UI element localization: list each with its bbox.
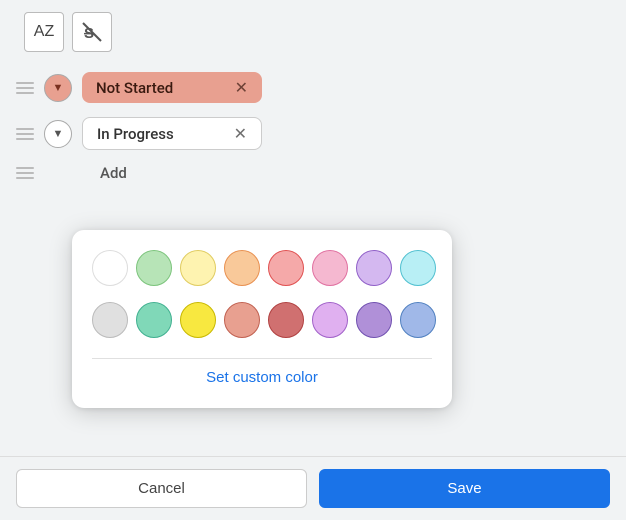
color-circle-yellow[interactable] [180, 302, 216, 338]
tag-label-1: Not Started [96, 79, 173, 97]
strikethrough-button[interactable]: S [72, 12, 112, 52]
save-button[interactable]: Save [319, 469, 610, 508]
dropdown-btn-2[interactable]: ▼ [44, 120, 72, 148]
color-circle-light-red[interactable] [268, 250, 304, 286]
color-circle-lavender[interactable] [312, 302, 348, 338]
drag-handle-2[interactable] [16, 128, 34, 140]
in-progress-row: ▼ In Progress ✕ [16, 117, 610, 150]
color-circle-mint[interactable] [136, 302, 172, 338]
chevron-down-icon-2: ▼ [53, 127, 64, 140]
color-circle-light-orange[interactable] [224, 250, 260, 286]
color-grid-2 [92, 302, 432, 338]
color-grid [92, 250, 432, 286]
drag-handle-3[interactable] [16, 167, 34, 179]
strikethrough-icon: S [81, 21, 103, 43]
not-started-tag[interactable]: Not Started ✕ [82, 72, 262, 103]
custom-color-button[interactable]: Set custom color [92, 358, 432, 396]
color-circle-light-yellow[interactable] [180, 250, 216, 286]
color-circle-light-cyan[interactable] [400, 250, 436, 286]
color-circle-light-purple[interactable] [356, 250, 392, 286]
color-circle-white[interactable] [92, 250, 128, 286]
tag-close-2[interactable]: ✕ [234, 124, 247, 143]
color-circle-medium-purple[interactable] [356, 302, 392, 338]
color-circle-medium-blue[interactable] [400, 302, 436, 338]
az-button[interactable]: AZ [24, 12, 64, 52]
main-area: AZ S ▼ Not Started ✕ ▼ [0, 0, 626, 208]
tag-label-2: In Progress [97, 125, 174, 143]
color-circle-light-green[interactable] [136, 250, 172, 286]
bottom-bar: Cancel Save [0, 456, 626, 520]
color-circle-salmon[interactable] [224, 302, 260, 338]
az-icon: AZ [34, 23, 54, 41]
color-circle-light-gray[interactable] [92, 302, 128, 338]
drag-handle-1[interactable] [16, 82, 34, 94]
add-row: Add [16, 164, 610, 182]
in-progress-tag[interactable]: In Progress ✕ [82, 117, 262, 150]
cancel-button[interactable]: Cancel [16, 469, 307, 508]
chevron-down-icon: ▼ [53, 81, 64, 94]
color-circle-red-muted[interactable] [268, 302, 304, 338]
dropdown-btn-1[interactable]: ▼ [44, 74, 72, 102]
add-label[interactable]: Add [100, 164, 127, 182]
color-circle-light-pink[interactable] [312, 250, 348, 286]
not-started-row: ▼ Not Started ✕ [16, 72, 610, 103]
tag-close-1[interactable]: ✕ [235, 78, 248, 97]
color-picker-popup: Set custom color [72, 230, 452, 408]
toolbar: AZ S [16, 12, 610, 52]
